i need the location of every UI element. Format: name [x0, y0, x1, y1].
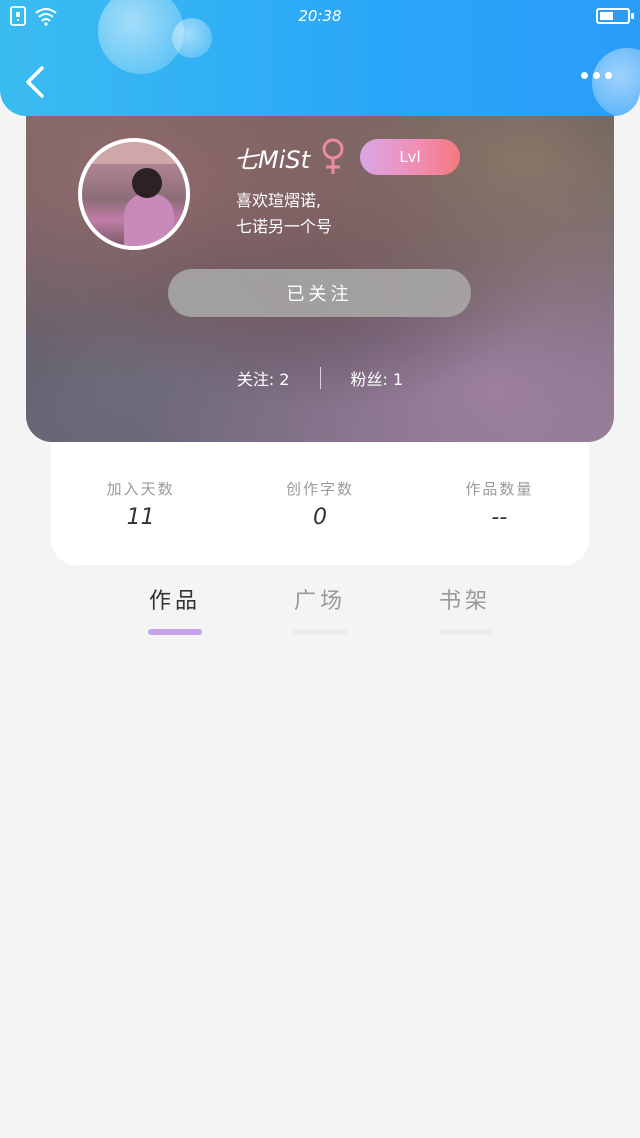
- stat-value: --: [491, 505, 508, 530]
- tab-label: 广场: [293, 589, 346, 614]
- tab-indicator: [148, 629, 202, 635]
- more-horizontal-icon: [581, 72, 588, 79]
- stat-label: 加入天数: [106, 480, 175, 498]
- followers-count[interactable]: 粉丝: 1: [351, 366, 404, 390]
- stat-value: 0: [312, 505, 327, 530]
- social-stats: 关注: 2 粉丝: 1: [26, 366, 614, 390]
- bio: 喜欢瑄熠诺, 七诺另一个号: [236, 188, 332, 240]
- stats-card: 加入天数 11 创作字数 0 作品数量 --: [51, 440, 589, 565]
- top-header: 20:38: [0, 0, 640, 116]
- battery-level: [600, 12, 613, 20]
- stat-word-count: 创作字数 0: [230, 440, 409, 565]
- tab-plaza[interactable]: 广场: [270, 583, 370, 635]
- chevron-left-icon: [26, 66, 44, 98]
- avatar[interactable]: [78, 138, 190, 250]
- bio-line: 喜欢瑄熠诺,: [236, 191, 322, 210]
- stat-value: 11: [126, 505, 155, 530]
- decor-bubble-right: [592, 48, 640, 116]
- followed-button[interactable]: 已关注: [168, 269, 471, 317]
- tab-works[interactable]: 作品: [125, 583, 225, 635]
- tab-label: 书架: [438, 589, 491, 614]
- battery-icon: [596, 8, 634, 24]
- tab-indicator: [293, 629, 347, 635]
- status-time: 20:38: [298, 7, 342, 25]
- username: 七MiSt: [234, 145, 311, 174]
- following-count[interactable]: 关注: 2: [237, 366, 290, 390]
- username-row: 七MiSt Lvl: [234, 138, 461, 176]
- content-tabs: 作品 广场 书架: [100, 583, 540, 643]
- tab-label: 作品: [148, 589, 201, 614]
- stat-join-days: 加入天数 11: [51, 440, 230, 565]
- stat-works-count: 作品数量 --: [410, 440, 589, 565]
- status-bar: 20:38: [0, 0, 640, 34]
- bio-line: 七诺另一个号: [236, 217, 333, 236]
- profile-card: 七MiSt Lvl 喜欢瑄熠诺, 七诺另一个号 已关注 关注: 2 粉丝: 1: [26, 90, 614, 442]
- stat-label: 作品数量: [465, 480, 534, 498]
- tab-bookshelf[interactable]: 书架: [415, 583, 515, 635]
- stat-label: 创作字数: [285, 480, 354, 498]
- divider: [319, 367, 321, 389]
- female-symbol-icon: [322, 138, 344, 174]
- more-button[interactable]: [581, 72, 612, 79]
- level-badge: Lvl: [360, 139, 461, 175]
- back-button[interactable]: [20, 62, 50, 102]
- tab-indicator: [438, 629, 492, 635]
